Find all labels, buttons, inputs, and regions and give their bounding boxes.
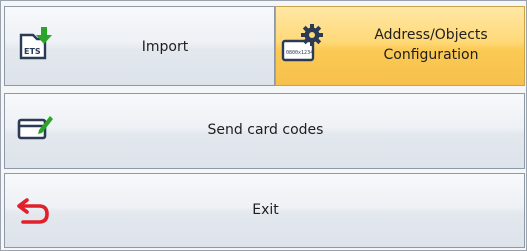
exit-label: Exit	[252, 202, 279, 218]
svg-text:0800x1234: 0800x1234	[286, 50, 313, 56]
menu-panel: ETS Import 0800x1234 Address/Objects Con…	[0, 0, 527, 251]
send-card-codes-label: Send card codes	[207, 122, 324, 138]
address-config-icon: 0800x1234	[280, 23, 324, 67]
address-objects-configuration-button[interactable]: 0800x1234 Address/Objects Configuration	[275, 6, 525, 86]
send-card-codes-button[interactable]: Send card codes	[4, 93, 525, 169]
label-line1: Address/Objects	[374, 27, 488, 43]
label-line2: Configuration	[383, 47, 479, 63]
ets-import-icon: ETS	[15, 25, 55, 65]
address-objects-configuration-label: Address/Objects Configuration	[336, 25, 526, 65]
import-label: Import	[141, 39, 189, 55]
exit-button[interactable]: Exit	[4, 173, 525, 248]
import-button[interactable]: ETS Import	[4, 6, 275, 86]
svg-text:ETS: ETS	[24, 47, 41, 56]
